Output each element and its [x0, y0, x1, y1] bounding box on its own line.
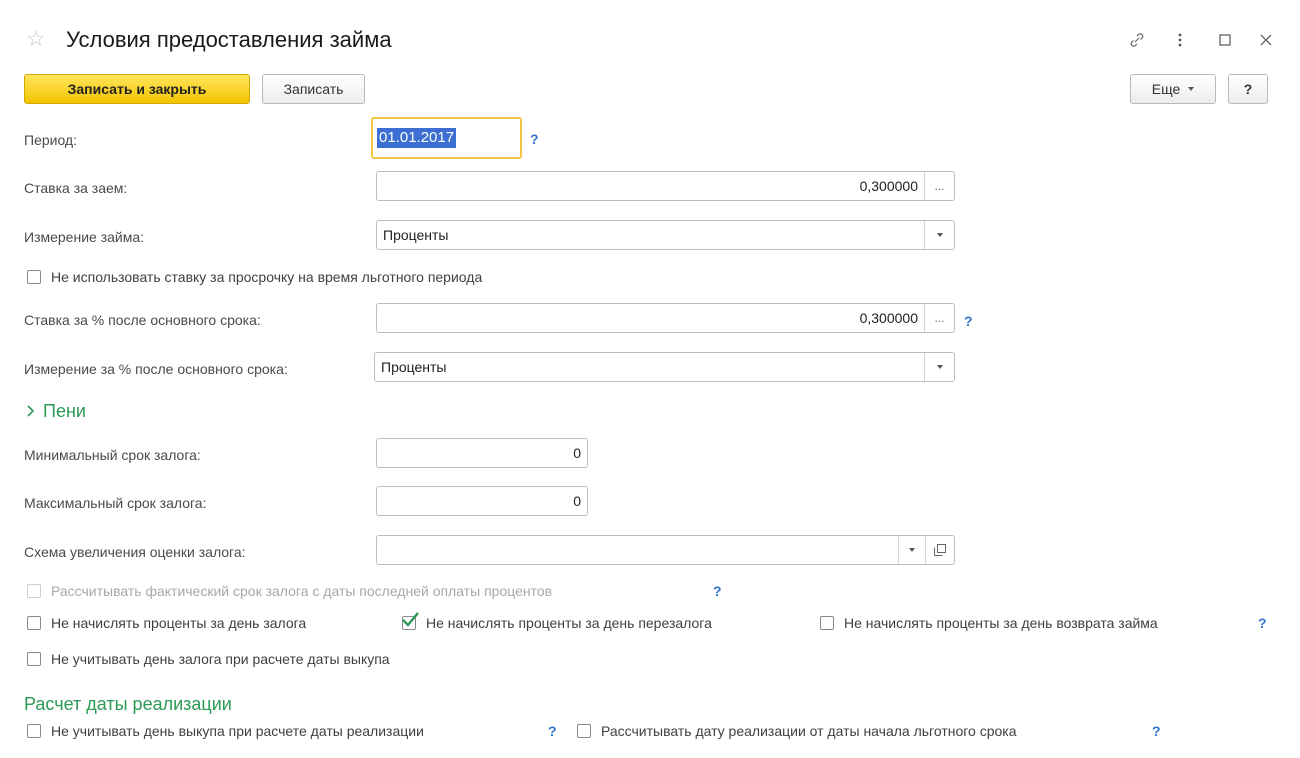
no-overdue-rate-checkbox[interactable]	[27, 270, 41, 284]
min-term-label: Минимальный срок залога:	[24, 447, 201, 463]
no-buyout-day-label: Не учитывать день выкупа при расчете дат…	[51, 723, 424, 739]
rate-after-input[interactable]: 0,300000 ...	[376, 303, 955, 333]
more-vertical-icon[interactable]	[1172, 30, 1188, 50]
no-interest-return-day-label: Не начислять проценты за день возврата з…	[844, 615, 1158, 631]
buyout-day-help-icon[interactable]: ?	[548, 722, 557, 740]
chevron-down-icon	[909, 548, 915, 552]
no-interest-pledge-day-checkbox[interactable]	[27, 616, 41, 630]
max-term-label: Максимальный срок залога:	[24, 495, 207, 511]
calc-actual-term-checkbox	[27, 584, 41, 598]
grace-help-icon[interactable]: ?	[1152, 722, 1161, 740]
rate-unit-value: Проценты	[383, 227, 449, 243]
no-overdue-rate-label: Не использовать ставку за просрочку на в…	[51, 269, 483, 285]
max-term-value: 0	[573, 493, 581, 509]
save-and-close-button[interactable]: Записать и закрыть	[24, 74, 250, 104]
rate-value: 0,300000	[859, 178, 918, 194]
ellipsis-icon: ...	[934, 311, 945, 325]
no-buyout-day-checkbox[interactable]	[27, 724, 41, 738]
period-value: 01.01.2017	[377, 128, 457, 148]
rate-unit-label: Измерение займа:	[24, 229, 145, 245]
period-label: Период:	[24, 132, 77, 148]
penalties-section-label: Пени	[43, 401, 86, 421]
calc-actual-term-label: Рассчитывать фактический срок залога с д…	[51, 583, 553, 599]
calc-from-grace-label: Рассчитывать дату реализации от даты нач…	[601, 723, 1017, 739]
help-button[interactable]: ?	[1228, 74, 1268, 104]
scheme-label: Схема увеличения оценки залога:	[24, 544, 246, 560]
rate-input[interactable]: 0,300000 ...	[376, 171, 955, 201]
scheme-select[interactable]	[376, 535, 955, 565]
no-pledge-day-buyout-checkbox[interactable]	[27, 652, 41, 666]
penalties-section[interactable]: Пени	[26, 400, 86, 422]
star-icon[interactable]: ☆	[26, 28, 46, 50]
rate-after-unit-value: Проценты	[381, 359, 447, 375]
chevron-down-icon	[936, 233, 943, 237]
scheme-dropdown-button[interactable]	[898, 536, 925, 564]
realization-section-title: Расчет даты реализации	[24, 694, 232, 714]
link-icon[interactable]	[1126, 30, 1148, 50]
chevron-down-icon	[936, 365, 943, 369]
no-interest-return-day-checkbox[interactable]	[820, 616, 834, 630]
no-pledge-day-buyout-label: Не учитывать день залога при расчете дат…	[51, 651, 390, 667]
min-term-value: 0	[573, 445, 581, 461]
rate-unit-select[interactable]: Проценты	[376, 220, 955, 250]
window-title: Условия предоставления займа	[66, 27, 392, 52]
maximize-icon[interactable]	[1216, 30, 1234, 50]
more-button-label: Еще	[1151, 81, 1181, 97]
max-term-input[interactable]: 0	[376, 486, 588, 516]
rate-after-unit-label: Измерение за % после основного срока:	[24, 361, 288, 377]
rate-after-value: 0,300000	[859, 310, 918, 326]
ellipsis-icon: ...	[934, 179, 945, 193]
save-button[interactable]: Записать	[262, 74, 365, 104]
rate-select-button[interactable]: ...	[924, 172, 954, 200]
no-interest-repledge-day-label: Не начислять проценты за день перезалога	[426, 615, 712, 631]
rate-after-select-button[interactable]: ...	[924, 304, 954, 332]
return-day-help-icon[interactable]: ?	[1258, 614, 1267, 632]
calc-actual-term-help-icon[interactable]: ?	[713, 582, 722, 600]
rate-unit-dropdown-button[interactable]	[924, 221, 954, 249]
rate-label: Ставка за заем:	[24, 180, 128, 196]
period-help-icon[interactable]: ?	[530, 130, 539, 148]
rate-after-help-icon[interactable]: ?	[964, 312, 973, 330]
close-icon[interactable]	[1257, 30, 1275, 50]
rate-after-unit-select[interactable]: Проценты	[374, 352, 955, 382]
chevron-right-icon	[26, 400, 35, 422]
chevron-down-icon	[1188, 87, 1195, 91]
calc-from-grace-checkbox[interactable]	[577, 724, 591, 738]
scheme-open-button[interactable]	[925, 536, 954, 564]
no-interest-pledge-day-label: Не начислять проценты за день залога	[51, 615, 307, 631]
rate-after-unit-dropdown-button[interactable]	[924, 353, 954, 381]
more-button[interactable]: Еще	[1130, 74, 1216, 104]
min-term-input[interactable]: 0	[376, 438, 588, 468]
open-window-icon	[934, 544, 946, 556]
checkmark-icon	[402, 612, 419, 627]
rate-after-label: Ставка за % после основного срока:	[24, 312, 261, 328]
